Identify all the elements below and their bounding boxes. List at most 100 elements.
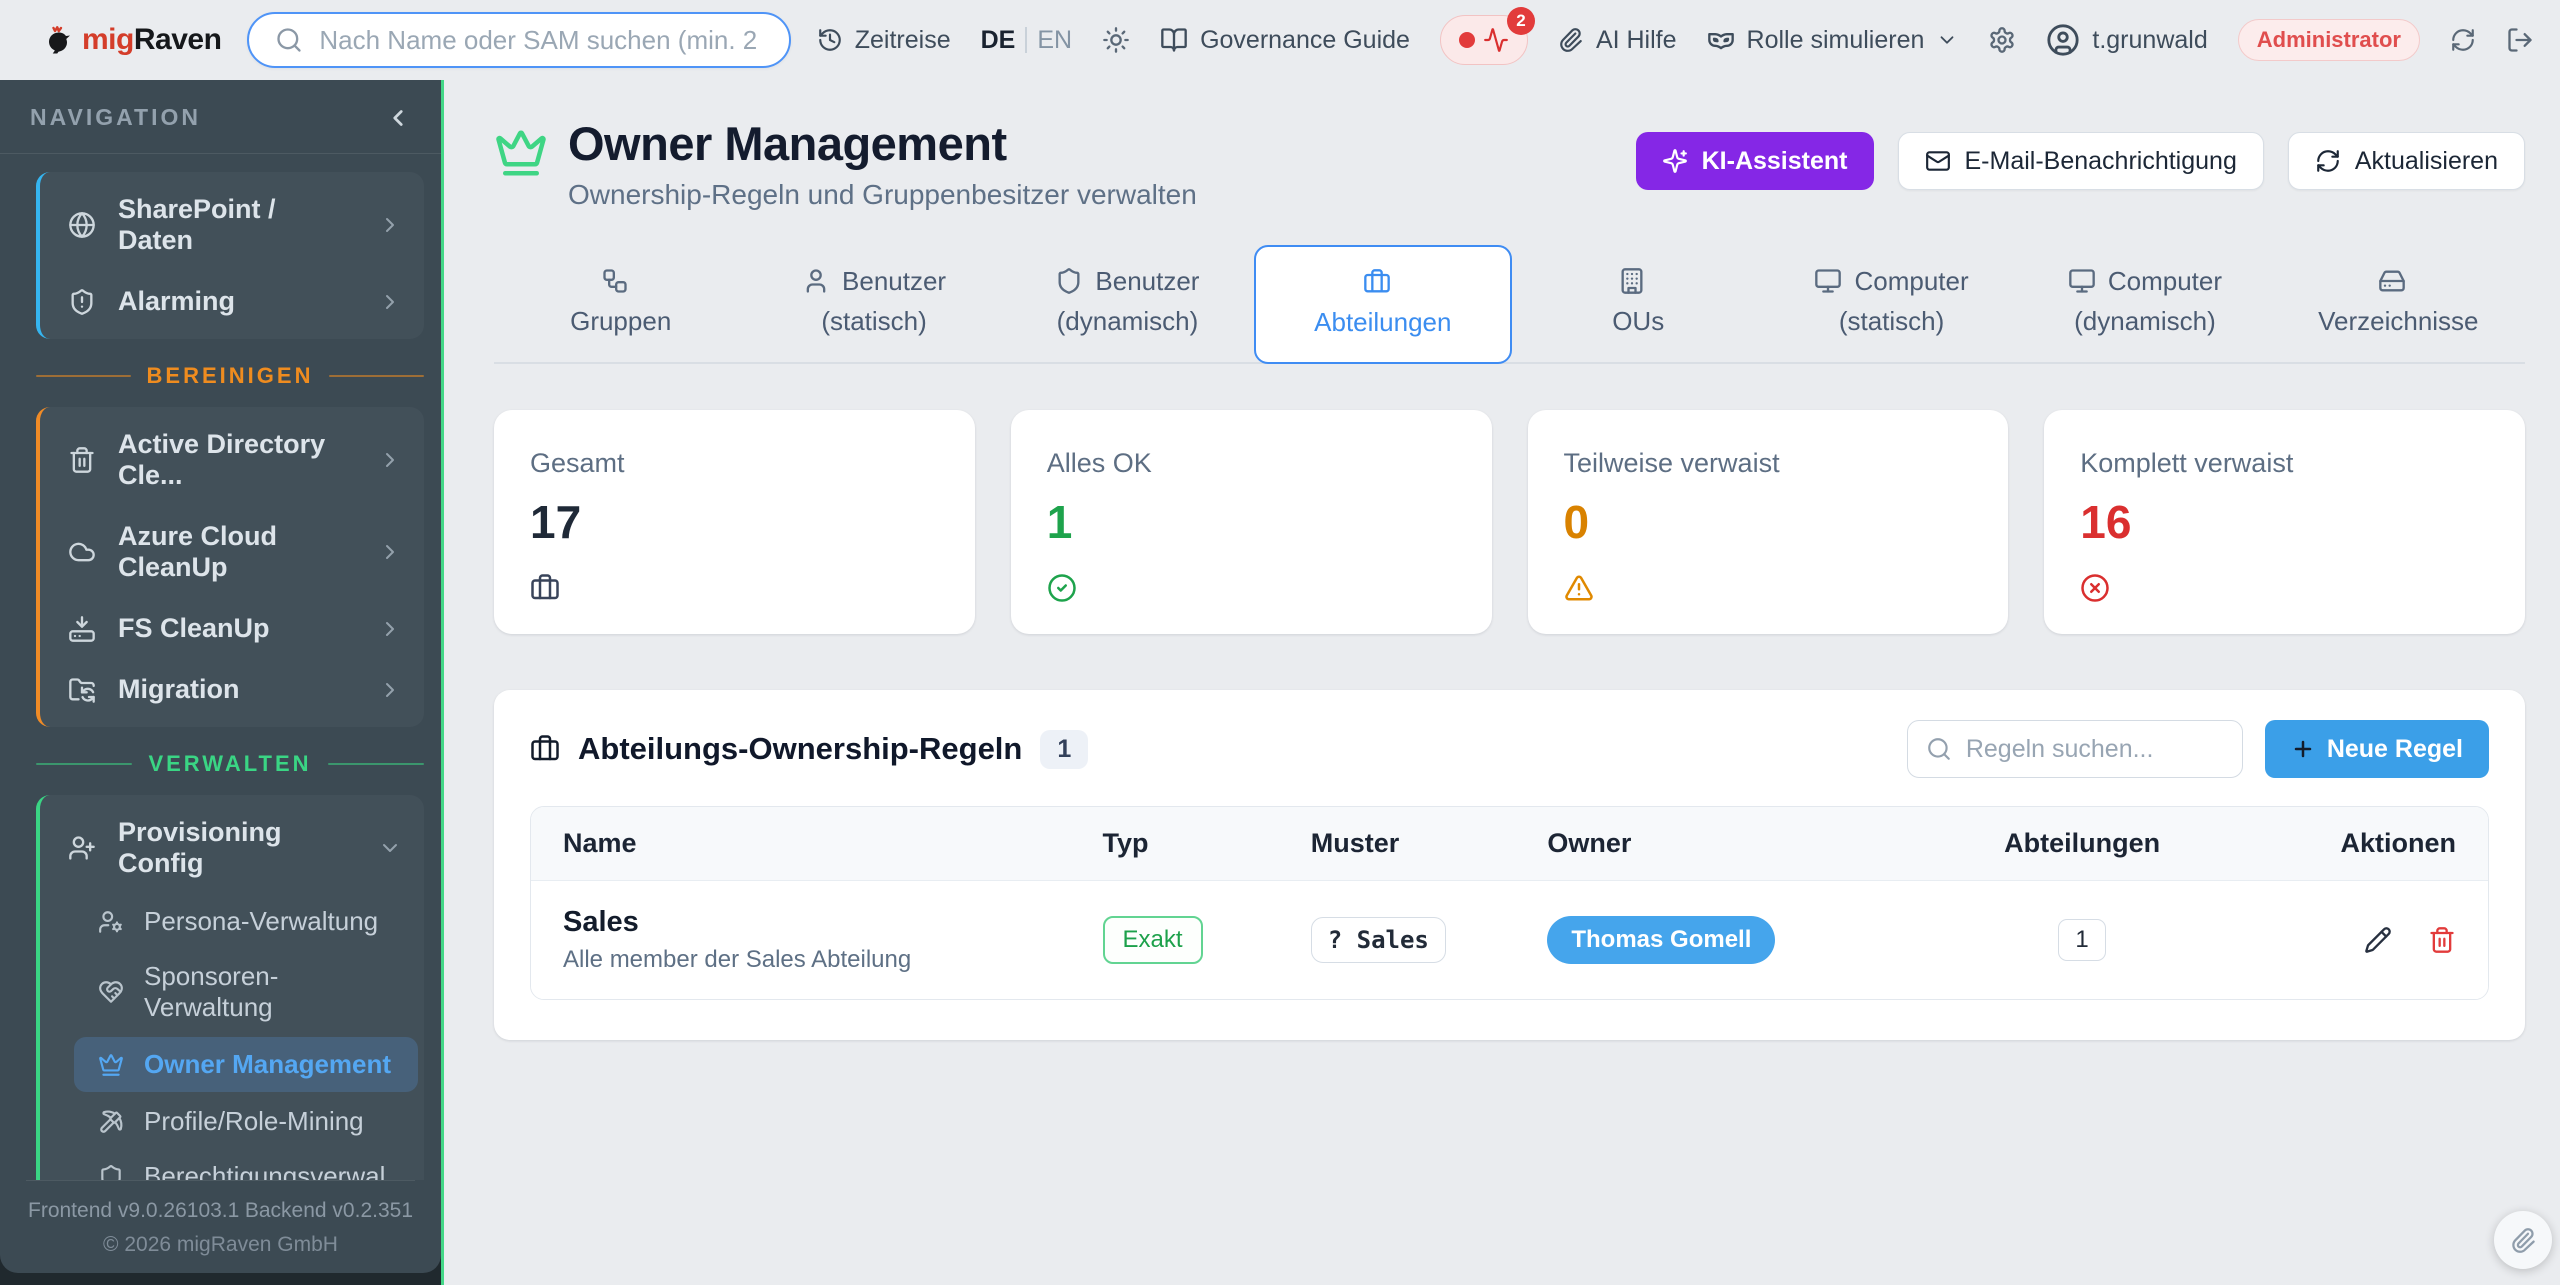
tab-ous[interactable]: OUs xyxy=(1512,245,1765,362)
rule-owner-badge[interactable]: Thomas Gomell xyxy=(1547,916,1776,964)
heart-handshake-icon xyxy=(98,979,124,1005)
topbar-right: Zeitreise DE EN Governance Guide 2 AI Hi… xyxy=(817,7,2534,65)
briefcase-icon xyxy=(530,573,560,603)
crown-icon xyxy=(494,126,548,180)
copyright: © 2026 migRaven GmbH xyxy=(103,1233,338,1256)
tab-benutzer-statisch[interactable]: Benutzer (statisch) xyxy=(747,245,1000,362)
rules-count-badge: 1 xyxy=(1040,729,1089,769)
sidebar-group-top: SharePoint / Daten Alarming xyxy=(36,172,424,339)
tab-label: (statisch) xyxy=(1838,306,1945,336)
tab-gruppen[interactable]: Gruppen xyxy=(494,245,747,362)
search-icon xyxy=(275,26,303,54)
email-notification-button[interactable]: E-Mail-Benachrichtigung xyxy=(1897,132,2264,190)
sidebar-item-alarming[interactable]: Alarming xyxy=(40,271,424,332)
nav-header-label: NAVIGATION xyxy=(30,104,201,130)
tab-label-top: Benutzer xyxy=(842,265,947,296)
attachment-fab-button[interactable] xyxy=(2494,1211,2552,1269)
stat-label: Gesamt xyxy=(530,448,625,478)
hard-drive-download-icon xyxy=(68,615,96,643)
sidebar-item-azure-cloud-cleanup[interactable]: Azure Cloud CleanUp xyxy=(40,506,424,598)
rules-panel: Abteilungs-Ownership-Regeln 1 Neue Regel… xyxy=(494,690,2525,1040)
tab-verzeichnisse[interactable]: Verzeichnisse xyxy=(2272,245,2525,362)
sidebar: NAVIGATION SharePoint / Daten Alarming B… xyxy=(0,80,444,1285)
logout-button[interactable] xyxy=(2506,26,2534,54)
global-search[interactable] xyxy=(247,12,791,68)
stat-card-gesamt: Gesamt 17 xyxy=(494,410,975,634)
avatar xyxy=(2046,23,2080,57)
rule-muster-badge: ? Sales xyxy=(1310,917,1446,963)
stat-value: 17 xyxy=(530,496,582,548)
stat-card-komplett-verwaist: Komplett verwaist 16 xyxy=(2044,410,2525,634)
language-switcher[interactable]: DE EN xyxy=(981,26,1072,55)
theme-toggle-button[interactable] xyxy=(1102,26,1130,54)
rules-header: Abteilungs-Ownership-Regeln 1 Neue Regel xyxy=(530,720,2489,778)
table-row[interactable]: Sales Alle member der Sales Abteilung Ex… xyxy=(531,881,2488,999)
col-muster: Muster xyxy=(1310,828,1400,858)
rolle-simulieren-label: Rolle simulieren xyxy=(1746,25,1925,54)
shield-icon xyxy=(98,1164,124,1181)
mail-icon xyxy=(1925,148,1951,174)
tab-label: Abteilungen xyxy=(1314,307,1452,337)
sidebar-item-provisioning-config[interactable]: Provisioning Config xyxy=(40,802,424,894)
user-menu[interactable]: t.grunwald xyxy=(2046,23,2208,57)
lang-en[interactable]: EN xyxy=(1037,26,1072,55)
global-search-input[interactable] xyxy=(319,24,763,56)
tab-benutzer-dynamisch[interactable]: Benutzer (dynamisch) xyxy=(1001,245,1254,362)
trash-icon xyxy=(68,446,96,474)
edit-pencil-icon[interactable] xyxy=(2364,926,2392,954)
tab-abteilungen[interactable]: Abteilungen xyxy=(1254,245,1512,364)
governance-guide-button[interactable]: Governance Guide xyxy=(1160,26,1410,55)
row-actions xyxy=(2364,926,2456,954)
sidebar-item-berechtigungsverwaltung[interactable]: Berechtigungsverwal... xyxy=(40,1149,424,1180)
sidebar-section-bereinigen: BEREINIGEN xyxy=(36,363,424,389)
sidebar-item-sponsoren-verwaltung[interactable]: Sponsoren-Verwaltung xyxy=(40,949,424,1035)
paperclip-icon xyxy=(1558,27,1584,53)
lang-separator xyxy=(1025,27,1028,53)
briefcase-icon xyxy=(530,734,560,764)
rule-abteilungen-count: 1 xyxy=(2058,919,2106,961)
delete-trash-icon[interactable] xyxy=(2428,926,2456,954)
sidebar-item-owner-management[interactable]: Owner Management xyxy=(74,1037,418,1092)
stat-value: 1 xyxy=(1046,496,1073,548)
sidebar-item-label: Persona-Verwaltung xyxy=(144,906,379,936)
cloud-icon xyxy=(68,538,96,566)
governance-guide-label: Governance Guide xyxy=(1200,25,1410,54)
zeitreise-label: Zeitreise xyxy=(854,25,951,54)
frontend-version: Frontend v9.0.26103.1 xyxy=(28,1199,240,1222)
crown-icon xyxy=(98,1052,124,1078)
sidebar-item-label: Profile/Role-Mining xyxy=(144,1106,364,1136)
zeitreise-button[interactable]: Zeitreise xyxy=(817,26,951,55)
stat-value: 16 xyxy=(2080,496,2132,548)
ki-assistent-button[interactable]: KI-Assistent xyxy=(1635,132,1874,190)
search-icon xyxy=(1926,736,1952,762)
app-logo[interactable]: migRaven xyxy=(40,22,222,58)
recording-dot-icon xyxy=(1458,32,1475,48)
settings-button[interactable] xyxy=(1988,26,2016,54)
notification-count-badge: 2 xyxy=(1506,7,1535,35)
username: t.grunwald xyxy=(2092,25,2208,54)
new-rule-button[interactable]: Neue Regel xyxy=(2264,720,2489,778)
logo-text: migRaven xyxy=(82,23,222,57)
mask-icon xyxy=(1707,26,1735,54)
page-subtitle: Ownership-Regeln und Gruppenbesitzer ver… xyxy=(568,179,1197,210)
lang-de[interactable]: DE xyxy=(981,26,1016,55)
page-header: Owner Management Ownership-Regeln und Gr… xyxy=(494,116,2525,211)
sidebar-item-migration[interactable]: Migration xyxy=(40,659,424,720)
tab-computer-statisch[interactable]: Computer (statisch) xyxy=(1765,245,2018,362)
sidebar-item-fs-cleanup[interactable]: FS CleanUp xyxy=(40,598,424,659)
sidebar-item-sharepoint-daten[interactable]: SharePoint / Daten xyxy=(40,179,424,271)
sidebar-item-persona-verwaltung[interactable]: Persona-Verwaltung xyxy=(40,894,424,949)
refresh-session-button[interactable] xyxy=(2450,27,2476,53)
rules-search-input[interactable] xyxy=(1965,734,2224,764)
rolle-simulieren-dropdown[interactable]: Rolle simulieren xyxy=(1707,26,1959,55)
sidebar-item-profile-role-mining[interactable]: Profile/Role-Mining xyxy=(40,1094,424,1149)
collapse-sidebar-icon[interactable] xyxy=(385,105,411,131)
col-owner: Owner xyxy=(1547,828,1632,858)
chevron-right-icon xyxy=(378,540,402,564)
refresh-button[interactable]: Aktualisieren xyxy=(2287,132,2525,190)
rules-search[interactable] xyxy=(1906,720,2243,778)
sidebar-item-active-directory-cleanup[interactable]: Active Directory Cle... xyxy=(40,414,424,506)
health-status-button[interactable]: 2 xyxy=(1439,7,1535,65)
ai-hilfe-button[interactable]: AI Hilfe xyxy=(1558,26,1677,55)
tab-computer-dynamisch[interactable]: Computer (dynamisch) xyxy=(2018,245,2271,362)
